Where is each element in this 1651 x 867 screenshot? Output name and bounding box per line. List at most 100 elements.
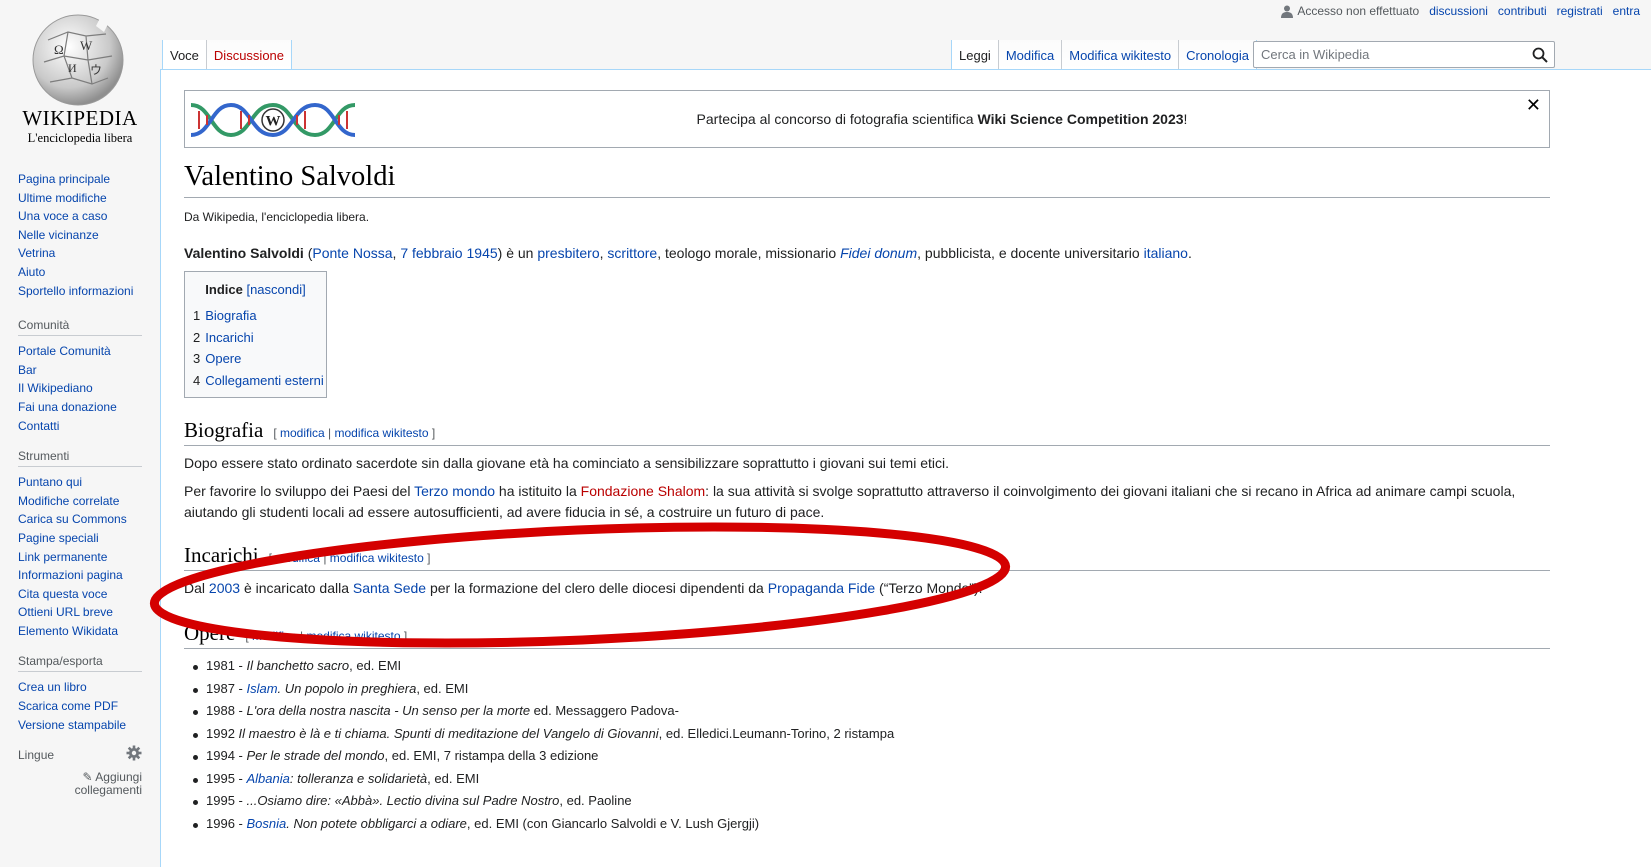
- tab-discussione[interactable]: Discussione: [205, 40, 293, 70]
- sidebar-item-nelle-vicinanze[interactable]: Nelle vicinanze: [18, 228, 99, 242]
- toc-link-opere[interactable]: Opere: [205, 351, 241, 366]
- sidebar-item-portale-comunita[interactable]: Portale Comunità: [18, 344, 111, 358]
- svg-text:ウ: ウ: [90, 63, 102, 77]
- search-input[interactable]: [1259, 46, 1523, 63]
- link-ponte-nossa[interactable]: Ponte Nossa: [312, 245, 392, 261]
- talk-link[interactable]: discussioni: [1429, 4, 1488, 18]
- sidebar-item-ultime-modifiche[interactable]: Ultime modifiche: [18, 191, 107, 205]
- tools-heading: Strumenti: [18, 449, 142, 468]
- toc-link-collegamenti-esterni[interactable]: Collegamenti esterni: [205, 373, 324, 388]
- edit-section-link[interactable]: modifica: [252, 629, 297, 643]
- section-edit-links: [ modifica | modifica wikitesto ]: [269, 551, 431, 565]
- sidebar-community: Comunità Portale Comunità Bar Il Wikiped…: [18, 318, 142, 435]
- sidebar-item-modifiche-correlate[interactable]: Modifiche correlate: [18, 494, 119, 508]
- link-bosnia[interactable]: Bosnia: [246, 816, 286, 831]
- para-text: è incaricato dalla: [240, 580, 353, 596]
- edit-section-link[interactable]: modifica: [280, 426, 325, 440]
- sidebar-item-versione-stampabile[interactable]: Versione stampabile: [18, 718, 126, 732]
- toc-number: 4: [193, 372, 201, 388]
- link-7-febbraio[interactable]: 7 febbraio: [400, 245, 462, 261]
- namespace-tabs: Voce Discussione: [162, 40, 293, 70]
- close-icon[interactable]: ✕: [1526, 95, 1541, 116]
- section-edit-links: [ modifica | modifica wikitesto ]: [273, 426, 435, 440]
- toc-item[interactable]: 1 Biografia: [193, 305, 326, 327]
- link-islam[interactable]: Islam: [246, 681, 277, 696]
- sidebar-item-vetrina[interactable]: Vetrina: [18, 246, 55, 260]
- toc-item[interactable]: 4 Collegamenti esterni: [193, 370, 326, 392]
- table-of-contents: Indice [nascondi] 1 Biografia 2 Incarichi …: [184, 271, 327, 398]
- link-fidei-donum[interactable]: Fidei donum: [840, 245, 917, 261]
- work-year: 1988 -: [206, 703, 247, 718]
- search-icon[interactable]: [1532, 47, 1548, 63]
- section-heading-biografia: Biografia [ modifica | modifica wikitesto…: [184, 418, 1550, 446]
- edit-wikitext-section-link[interactable]: modifica wikitesto: [334, 426, 428, 440]
- para-text: per la formazione del clero delle dioces…: [426, 580, 768, 596]
- add-links-label-1: Aggiungi: [95, 770, 142, 785]
- bracket: ]: [400, 629, 408, 643]
- create-account-link[interactable]: registrati: [1557, 4, 1603, 18]
- work-title: Il banchetto sacro: [246, 658, 350, 673]
- tab-voce[interactable]: Voce: [162, 40, 206, 70]
- sidebar-item-link-permanente[interactable]: Link permanente: [18, 550, 107, 564]
- tab-leggi[interactable]: Leggi: [951, 40, 998, 70]
- sidebar-item-donazione[interactable]: Fai una donazione: [18, 400, 117, 414]
- edit-wikitext-section-link[interactable]: modifica wikitesto: [306, 629, 400, 643]
- sidebar-item-cita-questa-voce[interactable]: Cita questa voce: [18, 587, 107, 601]
- languages-heading: Lingue: [18, 745, 142, 765]
- gear-icon[interactable]: [126, 745, 142, 761]
- contributions-link[interactable]: contributi: [1498, 4, 1547, 18]
- sidebar-item-il-wikipediano[interactable]: Il Wikipediano: [18, 381, 93, 395]
- sidebar-item-crea-libro[interactable]: Crea un libro: [18, 680, 87, 694]
- banner-competition-link[interactable]: Wiki Science Competition 2023: [977, 111, 1183, 127]
- link-propaganda-fide[interactable]: Propaganda Fide: [768, 580, 875, 596]
- intro-text: , teologo morale, missionario: [657, 245, 841, 261]
- section-heading-opere: Opere [ modifica | modifica wikitesto ]: [184, 621, 1550, 649]
- sidebar-item-voce-a-caso[interactable]: Una voce a caso: [18, 209, 107, 223]
- toc-heading: Indice: [205, 282, 243, 297]
- link-presbitero[interactable]: presbitero: [537, 245, 599, 261]
- section-title: Opere: [184, 621, 236, 645]
- toc-item[interactable]: 3 Opere: [193, 348, 326, 370]
- link-santa-sede[interactable]: Santa Sede: [353, 580, 426, 596]
- add-links-button[interactable]: ✎ Aggiungi collegamenti: [18, 771, 142, 797]
- toc-toggle[interactable]: [nascondi]: [246, 282, 305, 297]
- sidebar-item-scarica-pdf[interactable]: Scarica come PDF: [18, 699, 118, 713]
- sidebar-item-sportello-informazioni[interactable]: Sportello informazioni: [18, 284, 133, 298]
- link-1945[interactable]: 1945: [467, 245, 498, 261]
- sidebar-item-puntano-qui[interactable]: Puntano qui: [18, 475, 82, 489]
- toc-link-incarichi[interactable]: Incarichi: [205, 330, 253, 345]
- sidebar-languages: Lingue ✎ Aggiungi collegamenti: [18, 745, 142, 797]
- sidebar-item-contatti[interactable]: Contatti: [18, 419, 59, 433]
- tab-modifica-wikitesto[interactable]: Modifica wikitesto: [1061, 40, 1179, 70]
- sidebar-item-url-breve[interactable]: Ottieni URL breve: [18, 605, 113, 619]
- print-heading: Stampa/esporta: [18, 654, 142, 673]
- sidebar-item-wikidata[interactable]: Elemento Wikidata: [18, 624, 118, 638]
- toc-link-biografia[interactable]: Biografia: [205, 308, 256, 323]
- link-scrittore[interactable]: scrittore: [607, 245, 657, 261]
- tab-cronologia[interactable]: Cronologia: [1178, 40, 1257, 70]
- toc-item[interactable]: 2 Incarichi: [193, 327, 326, 349]
- sidebar-item-pagina-principale[interactable]: Pagina principale: [18, 172, 110, 186]
- user-icon: [1281, 5, 1294, 18]
- edit-wikitext-section-link[interactable]: modifica wikitesto: [330, 551, 424, 565]
- login-link[interactable]: entra: [1613, 4, 1640, 18]
- intro-text: ) è un: [497, 245, 538, 261]
- link-italiano[interactable]: italiano: [1144, 245, 1188, 261]
- sidebar: Pagina principale Ultime modifiche Una v…: [18, 170, 142, 811]
- sidebar-item-informazioni-pagina[interactable]: Informazioni pagina: [18, 568, 123, 582]
- redlink-fondazione-shalom[interactable]: Fondazione Shalom: [581, 483, 706, 499]
- sidebar-navigation: Pagina principale Ultime modifiche Una v…: [18, 170, 142, 300]
- wikipedia-globe-icon: Ω W И ウ: [32, 14, 124, 106]
- sidebar-item-aiuto[interactable]: Aiuto: [18, 265, 45, 279]
- sidebar-item-bar[interactable]: Bar: [18, 363, 37, 377]
- link-albania[interactable]: Albania: [246, 771, 289, 786]
- sidebar-item-carica-su-commons[interactable]: Carica su Commons: [18, 512, 127, 526]
- link-terzo-mondo[interactable]: Terzo mondo: [414, 483, 495, 499]
- para-text: Per favorire lo sviluppo dei Paesi del: [184, 483, 415, 499]
- link-2003[interactable]: 2003: [209, 580, 240, 596]
- edit-section-link[interactable]: modifica: [275, 551, 320, 565]
- tab-modifica[interactable]: Modifica: [997, 40, 1062, 70]
- wikipedia-logo[interactable]: Ω W И ウ WIKIPEDIA L'enciclopedia libera: [0, 0, 160, 160]
- work-publisher: , ed. EMI, 7 ristampa della 3 edizione: [384, 748, 599, 763]
- sidebar-item-pagine-speciali[interactable]: Pagine speciali: [18, 531, 99, 545]
